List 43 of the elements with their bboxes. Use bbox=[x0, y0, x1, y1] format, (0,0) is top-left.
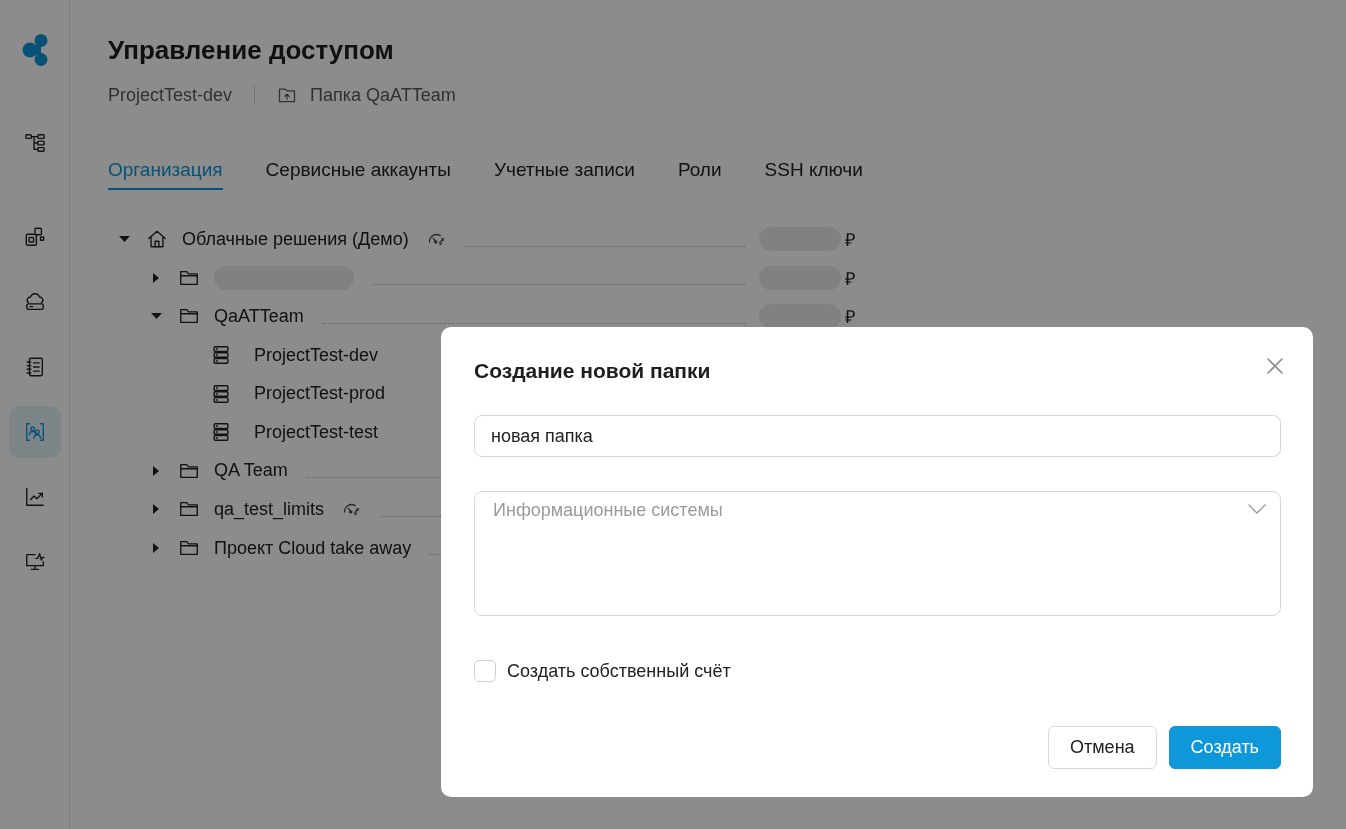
server-icon bbox=[210, 421, 232, 444]
caret-icon[interactable] bbox=[153, 465, 159, 476]
monitor-pulse-icon bbox=[23, 551, 46, 573]
tree-item-label[interactable]: ProjectTest-dev bbox=[254, 344, 379, 366]
hierarchy-icon bbox=[23, 132, 46, 154]
currency-sign: ₽ bbox=[845, 267, 855, 290]
input-field[interactable]: новая папка bbox=[474, 415, 1281, 457]
close-icon bbox=[1267, 358, 1283, 374]
create-button[interactable]: Создать bbox=[1168, 726, 1281, 769]
tree-item-label[interactable]: ProjectTest-prod bbox=[254, 383, 386, 405]
caret-icon[interactable] bbox=[153, 543, 159, 554]
chevron-down-icon bbox=[1248, 504, 1266, 514]
tree-item-label[interactable]: Проект Cloud take away bbox=[214, 537, 412, 559]
tab[interactable]: Сервисные аккаунты bbox=[265, 158, 451, 190]
folder-link[interactable]: Папка QaATTeam bbox=[277, 84, 456, 106]
line-chart-icon bbox=[23, 486, 46, 508]
tab[interactable]: Учетные записи bbox=[493, 158, 635, 190]
select-field[interactable]: Информационные системы bbox=[474, 491, 1281, 616]
logo-icon[interactable] bbox=[21, 34, 48, 66]
tree-item-label[interactable]: QA Team bbox=[214, 460, 288, 482]
page-title: Управление доступом bbox=[108, 35, 394, 65]
tree-item-label[interactable]: Облачные решения (Демо) bbox=[182, 228, 409, 250]
checkbox[interactable] bbox=[474, 660, 496, 682]
checkbox-label[interactable]: Создать собственный счёт bbox=[507, 660, 731, 682]
cloud-drive-icon bbox=[23, 291, 46, 313]
tree-item-label[interactable]: qa_test_limits bbox=[214, 498, 325, 520]
currency-sign: ₽ bbox=[845, 229, 855, 252]
tab[interactable]: Роли bbox=[677, 158, 722, 190]
caret-icon[interactable] bbox=[118, 236, 130, 243]
caret-icon[interactable] bbox=[153, 504, 159, 515]
tree-item-label[interactable]: ProjectTest-test bbox=[254, 421, 379, 443]
caret-icon[interactable] bbox=[153, 272, 159, 283]
currency-sign: ₽ bbox=[845, 306, 855, 329]
dialog-title: Создание новой папки bbox=[474, 358, 711, 384]
project-name: ProjectTest-dev bbox=[108, 84, 233, 106]
tree-item-label[interactable]: QaATTeam bbox=[214, 306, 304, 327]
cancel-button[interactable]: Отмена bbox=[1048, 726, 1157, 769]
caret-icon[interactable] bbox=[150, 313, 162, 320]
server-icon bbox=[210, 344, 232, 367]
users-icon bbox=[23, 421, 46, 443]
server-icon bbox=[210, 382, 232, 405]
squares-icon bbox=[23, 226, 46, 248]
tab[interactable]: SSH ключи bbox=[764, 158, 863, 190]
